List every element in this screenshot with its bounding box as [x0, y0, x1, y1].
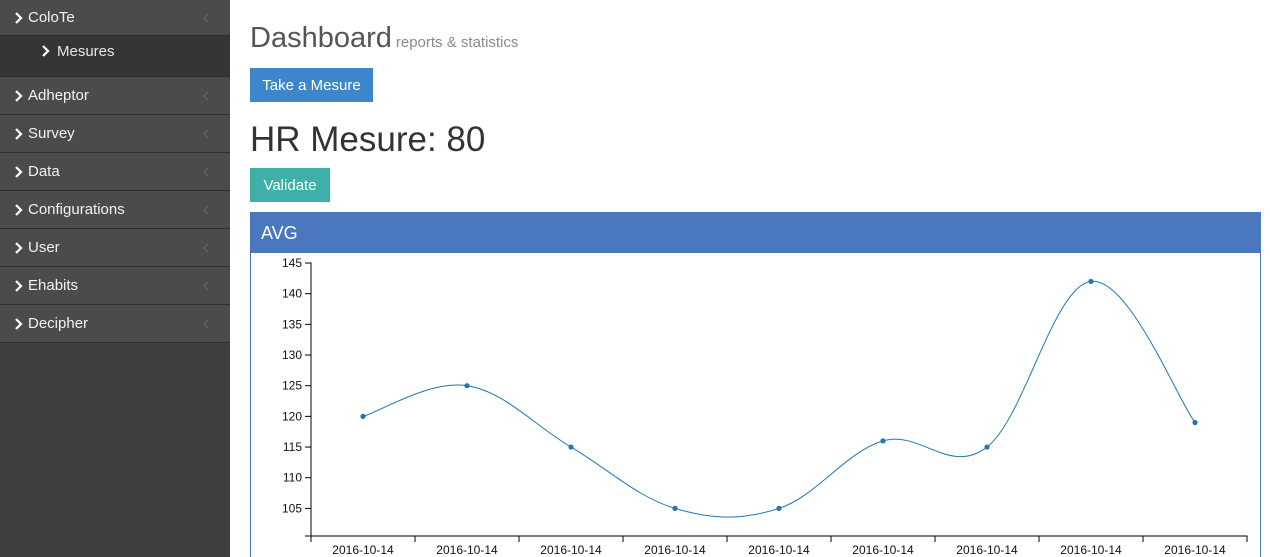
chevron-right-icon: [15, 89, 23, 102]
sidebar-item-label: Decipher: [28, 315, 89, 332]
hr-measure-title: HR Mesure: 80: [250, 120, 486, 159]
sidebar-item-label: Data: [28, 163, 60, 180]
chevron-left-icon[interactable]: [202, 318, 210, 329]
x-tick-label: 2016-10-14: [748, 543, 810, 557]
page-subtitle: reports & statistics: [395, 34, 519, 51]
y-axis-line: [305, 262, 312, 537]
sidebar-item-label: ColoTe: [28, 9, 75, 26]
validate-button[interactable]: Validate: [250, 168, 330, 202]
series-line: [362, 280, 1196, 518]
chevron-left-icon[interactable]: [202, 128, 210, 139]
avg-line-chart: 105 110 115 120 125 130 135 140 145 2016-10-14 201…: [282, 256, 1248, 557]
x-tick-label: 2016-10-14: [436, 543, 498, 557]
x-axis-line: [310, 535, 1248, 542]
sidebar-subitem-label: Mesures: [57, 43, 115, 60]
page-title-text: Dashboard: [250, 22, 392, 54]
panel-header: AVG: [251, 213, 1260, 253]
sidebar-item-label: Configurations: [28, 201, 125, 218]
chevron-left-icon[interactable]: [202, 90, 210, 101]
data-point: [1192, 419, 1198, 426]
sidebar-item-survey[interactable]: Survey: [0, 115, 230, 153]
sidebar-item-adheptor[interactable]: Adheptor: [0, 77, 230, 115]
chevron-right-icon: [15, 241, 23, 254]
main-content: Dashboard reports & statistics Take a Mes…: [250, 0, 1270, 557]
sidebar-item-decipher[interactable]: Decipher: [0, 305, 230, 343]
x-tick-label: 2016-10-14: [540, 543, 602, 557]
sidebar-item-label: User: [28, 239, 60, 256]
data-point: [464, 383, 470, 389]
panel-title: AVG: [261, 222, 298, 243]
y-tick-label: 115: [283, 440, 302, 454]
avg-panel: AVG 105 110 115 120 125 130 135 140 145 2016-10-1…: [250, 212, 1261, 557]
chevron-right-icon: [15, 203, 23, 216]
sidebar-item-ehabits[interactable]: Ehabits: [0, 267, 230, 305]
data-point: [880, 438, 886, 444]
chevron-right-icon: [15, 317, 23, 330]
chevron-left-icon[interactable]: [202, 204, 210, 215]
data-point: [360, 413, 366, 419]
chevron-right-icon: [15, 165, 23, 178]
sidebar-item-colote[interactable]: ColoTe: [0, 0, 230, 36]
chevron-right-icon: [15, 279, 23, 292]
y-tick-label: 105: [282, 501, 302, 515]
y-tick-label: 130: [282, 348, 302, 362]
sidebar-item-configurations[interactable]: Configurations: [0, 191, 230, 229]
sidebar-item-data[interactable]: Data: [0, 153, 230, 191]
sidebar-item-user[interactable]: User: [0, 229, 230, 267]
take-measure-button[interactable]: Take a Mesure: [250, 68, 373, 102]
x-tick-label: 2016-10-14: [1164, 543, 1226, 557]
x-tick-label: 2016-10-14: [644, 543, 706, 557]
page-title: Dashboard reports & statistics: [250, 22, 518, 55]
data-point: [776, 505, 782, 511]
sidebar: ColoTe Mesures Adheptor Survey Data Conf…: [0, 0, 230, 557]
chevron-right-icon: [15, 11, 23, 24]
sidebar-item-label: Survey: [28, 125, 75, 142]
data-point: [568, 444, 574, 450]
x-tick-label: 2016-10-14: [852, 543, 914, 557]
sidebar-subitem-mesures[interactable]: Mesures: [0, 36, 230, 77]
chevron-right-icon: [15, 127, 23, 140]
y-tick-label: 120: [282, 409, 302, 423]
chevron-left-icon[interactable]: [202, 280, 210, 291]
y-tick-label: 140: [282, 287, 302, 301]
chevron-right-icon: [42, 45, 50, 57]
chevron-left-icon[interactable]: [202, 166, 210, 177]
y-tick-label: 125: [282, 379, 302, 393]
y-tick-label: 145: [282, 256, 302, 270]
x-tick-label: 2016-10-14: [956, 543, 1018, 557]
data-point: [1088, 278, 1094, 285]
data-point: [984, 444, 990, 450]
x-tick-label: 2016-10-14: [1060, 543, 1122, 557]
chevron-left-icon[interactable]: [202, 242, 210, 253]
y-tick-label: 110: [283, 471, 302, 485]
sidebar-item-label: Ehabits: [28, 277, 79, 294]
x-tick-label: 2016-10-14: [332, 543, 394, 557]
chevron-left-icon[interactable]: [202, 12, 210, 23]
data-point: [672, 505, 678, 511]
y-tick-label: 135: [282, 317, 302, 331]
sidebar-item-label: Adheptor: [28, 87, 89, 104]
